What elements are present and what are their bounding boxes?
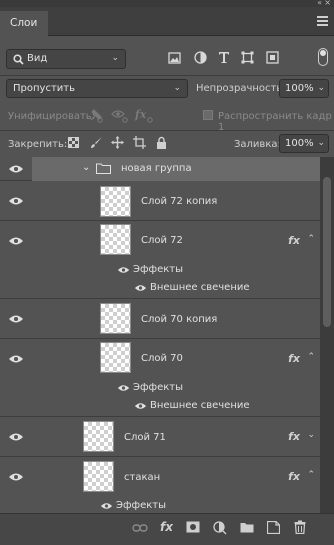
expand-effects-caret-icon[interactable]: ⌄ <box>307 430 315 440</box>
blend-mode-value: Пропустить <box>13 83 75 94</box>
chevron-down-icon: ⌄ <box>173 83 181 93</box>
unify-position-icon[interactable] <box>88 107 104 123</box>
fill-label: Заливка: <box>234 139 281 150</box>
propagate-frame-checkbox[interactable] <box>203 110 213 120</box>
effect-name: Внешнее свечение <box>150 282 250 293</box>
layer-thumbnail <box>100 186 131 217</box>
collapse-effects-caret-icon[interactable]: ⌃ <box>307 234 315 244</box>
layer-row[interactable]: Слой 70 копия <box>0 299 320 339</box>
unify-style-icon[interactable]: fx <box>134 107 154 123</box>
shape-filter-icon[interactable] <box>241 51 254 64</box>
svg-text:fx: fx <box>134 108 147 121</box>
link-layers-icon[interactable] <box>132 523 148 533</box>
layer-name: Слой 71 <box>124 432 166 443</box>
layer-name: Слой 70 <box>141 353 183 364</box>
delete-layer-trash-icon[interactable] <box>294 520 306 534</box>
effects-visibility-eye-icon[interactable] <box>117 384 130 392</box>
new-adjustment-layer-icon[interactable] <box>213 521 227 535</box>
collapse-effects-caret-icon[interactable]: ⌃ <box>307 470 315 480</box>
layer-thumbnail <box>83 461 114 492</box>
fill-field[interactable]: 100% ⌄ <box>279 134 329 153</box>
adjustment-filter-icon[interactable] <box>194 51 207 64</box>
layer-thumbnail <box>100 342 131 373</box>
new-layer-icon[interactable] <box>267 521 280 534</box>
image-filter-icon[interactable] <box>168 52 181 64</box>
collapse-panel-icon[interactable]: « <box>317 0 322 7</box>
panel-tab-bar: Слои <box>0 7 334 36</box>
group-name: новая группа <box>121 163 192 174</box>
layer-name: Слой 70 копия <box>141 314 218 325</box>
layers-scrollbar[interactable] <box>320 157 334 513</box>
folder-icon <box>96 163 111 174</box>
effects-label: Эффекты <box>133 382 183 393</box>
filter-kind-select[interactable]: Вид ⌄ <box>6 49 126 69</box>
effects-visibility-eye-icon[interactable] <box>117 266 130 274</box>
effects-label: Эффекты <box>116 500 166 511</box>
lock-transparency-icon[interactable] <box>68 137 79 148</box>
visibility-eye-icon[interactable] <box>8 314 24 324</box>
effect-name: Внешнее свечение <box>150 400 250 411</box>
type-filter-icon[interactable] <box>218 51 230 64</box>
chevron-down-icon: ⌄ <box>111 53 119 63</box>
scrollbar-thumb[interactable] <box>323 177 331 327</box>
visibility-eye-icon[interactable] <box>8 472 24 482</box>
blend-mode-select[interactable]: Пропустить ⌄ <box>6 79 188 98</box>
tab-layers[interactable]: Слои <box>0 11 48 36</box>
layer-effects-fx-icon[interactable]: fx <box>288 352 300 365</box>
effects-label: Эффекты <box>133 264 183 275</box>
layer-thumbnail <box>100 303 131 334</box>
chevron-down-icon: ⌄ <box>317 83 325 93</box>
add-layer-style-fx-icon[interactable]: fx <box>160 520 173 534</box>
layer-row[interactable]: Слой 72 копия <box>0 181 320 221</box>
window-top-strip: « × <box>0 0 334 7</box>
opacity-value: 100% <box>285 83 314 94</box>
layer-name: Слой 72 <box>141 235 183 246</box>
layer-name: стакан <box>124 472 161 483</box>
layer-effects-fx-icon[interactable]: fx <box>288 430 300 443</box>
layers-list: ⌄ новая группа Слой 72 копия Слой 72 fx … <box>0 157 320 513</box>
layer-thumbnail <box>100 224 131 255</box>
add-mask-icon[interactable] <box>186 521 200 533</box>
visibility-eye-icon[interactable] <box>8 432 24 442</box>
fill-value: 100% <box>285 138 314 149</box>
layer-effects-fx-icon[interactable]: fx <box>288 470 300 483</box>
lock-position-move-icon[interactable] <box>111 136 124 149</box>
layer-row[interactable]: Слой 72 fx ⌃ Эффекты Внешнее свечение <box>0 221 320 299</box>
layers-bottom-toolbar: fx <box>0 513 334 545</box>
close-panel-icon[interactable]: × <box>324 0 331 7</box>
collapse-effects-caret-icon[interactable]: ⌃ <box>307 352 315 362</box>
unify-label: Унифицировать: <box>8 111 96 122</box>
effect-visibility-eye-icon[interactable] <box>134 284 147 292</box>
panel-menu-icon[interactable] <box>317 16 328 26</box>
lock-pixels-brush-icon[interactable] <box>90 136 103 149</box>
visibility-eye-icon[interactable] <box>8 236 24 246</box>
layer-group-row[interactable]: ⌄ новая группа <box>0 157 320 181</box>
new-group-folder-icon[interactable] <box>240 522 254 533</box>
lock-label: Закрепить: <box>8 139 68 150</box>
layer-row[interactable]: Слой 70 fx ⌃ Эффекты Внешнее свечение <box>0 339 320 417</box>
filter-kind-label: Вид <box>27 53 48 64</box>
lock-all-icon[interactable] <box>156 136 167 149</box>
filter-toggle-switch[interactable] <box>318 48 328 66</box>
opacity-label: Непрозрачность: <box>196 83 286 94</box>
search-icon <box>13 54 24 65</box>
chevron-down-icon: ⌄ <box>317 138 325 148</box>
layer-thumbnail <box>83 421 114 452</box>
opacity-field[interactable]: 100% ⌄ <box>279 79 329 98</box>
layer-row[interactable]: Слой 71 fx ⌄ <box>0 417 320 457</box>
layer-row[interactable]: стакан fx ⌃ Эффекты <box>0 457 320 513</box>
effect-visibility-eye-icon[interactable] <box>134 402 147 410</box>
lock-artboard-icon[interactable] <box>133 136 146 149</box>
visibility-eye-icon[interactable] <box>8 164 24 174</box>
visibility-eye-icon[interactable] <box>8 196 24 206</box>
unify-visibility-icon[interactable] <box>111 108 129 123</box>
visibility-eye-icon[interactable] <box>8 354 24 364</box>
expand-chevron-icon[interactable]: ⌄ <box>82 162 90 173</box>
effects-visibility-eye-icon[interactable] <box>100 502 113 510</box>
layer-effects-fx-icon[interactable]: fx <box>288 234 300 247</box>
layer-name: Слой 72 копия <box>141 196 218 207</box>
smart-object-filter-icon[interactable] <box>266 51 279 64</box>
